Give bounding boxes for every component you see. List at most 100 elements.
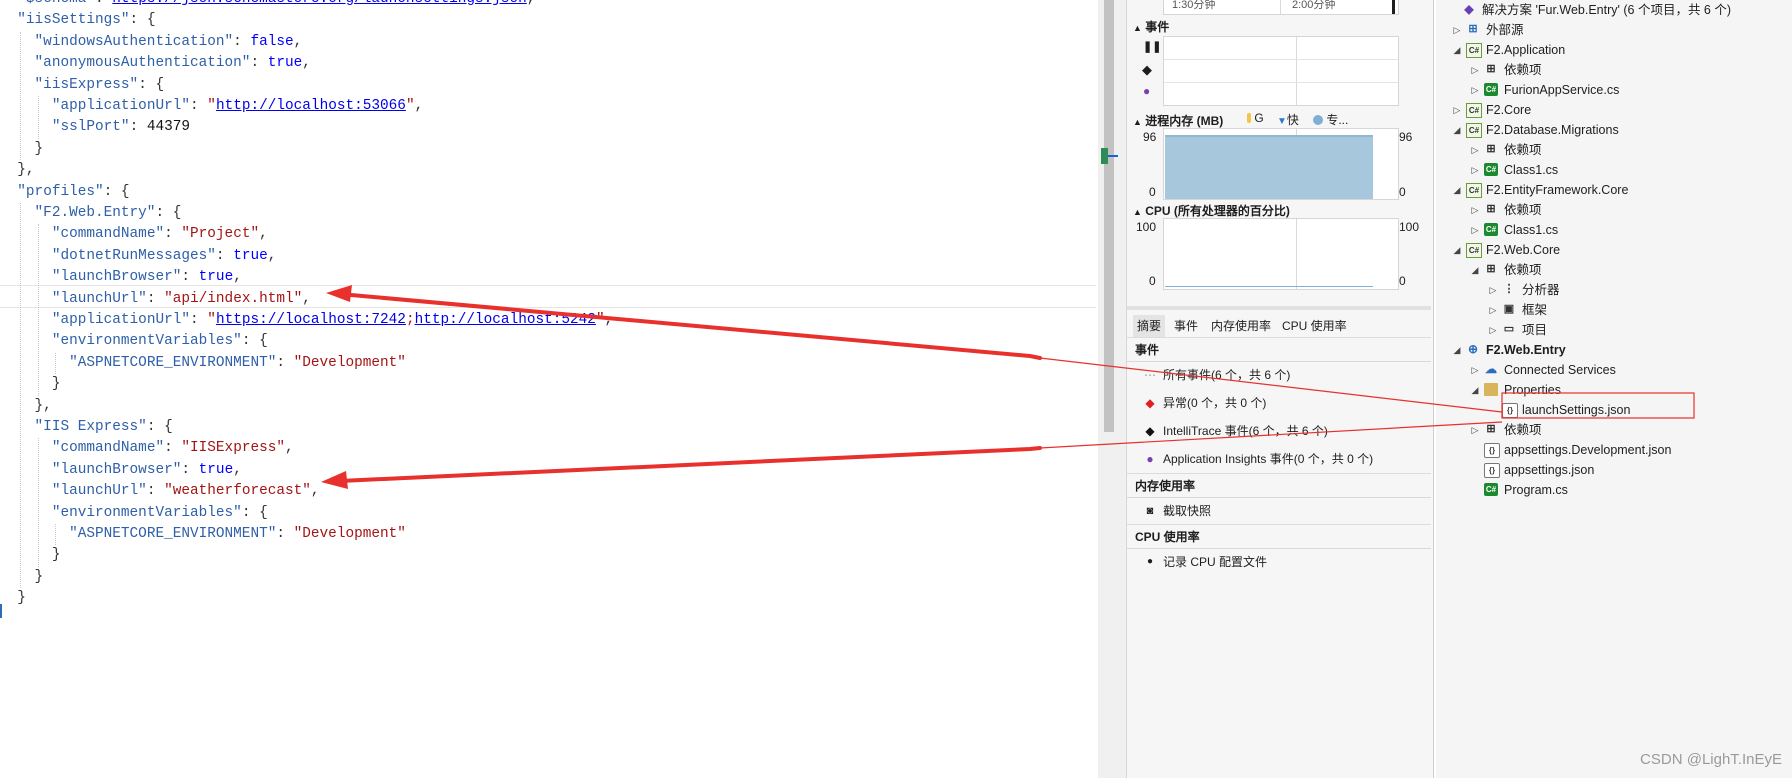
memory-section-header: 内存使用率	[1127, 474, 1431, 498]
csproj-icon: C#	[1466, 183, 1482, 198]
tree-node-label: FurionAppService.cs	[1504, 83, 1620, 97]
dependencies-node[interactable]: ◢ ⊞ 依赖项	[1436, 260, 1792, 280]
expand-arrow-icon[interactable]: ▷	[1452, 100, 1462, 120]
external-sources-node[interactable]: ▷ ⊞ 外部源	[1436, 20, 1792, 40]
dependencies-node[interactable]: ▷ ⊞ 依赖项	[1436, 420, 1792, 440]
code-token[interactable]: https://localhost:7242	[216, 312, 406, 328]
code-token: "iisExpress"	[34, 76, 139, 93]
collapse-arrow-icon[interactable]: ◢	[1452, 340, 1462, 360]
code-token: :	[181, 461, 199, 478]
all-events-row[interactable]: ⋯ 所有事件(6 个，共 6 个)	[1127, 362, 1431, 388]
collapse-arrow-icon[interactable]: ◢	[1452, 120, 1462, 140]
record-cpu-profile-row[interactable]: ● 记录 CPU 配置文件	[1127, 549, 1431, 575]
code-token[interactable]: https://json.schemastore.org/launchsetti…	[112, 0, 527, 7]
dependencies-icon: ⊞	[1486, 263, 1496, 275]
code-token: ,	[414, 98, 424, 114]
f2-entityframework-core-node[interactable]: ◢ C# F2.EntityFramework.Core	[1436, 180, 1792, 200]
launchsettings-json-node[interactable]: {} launchSettings.json	[1436, 400, 1792, 420]
code-token: ,	[267, 247, 277, 264]
take-snapshot-row[interactable]: ◙ 截取快照	[1127, 498, 1431, 524]
tab-memory-usage[interactable]: 内存使用率	[1207, 315, 1275, 337]
tree-node-label: F2.Web.Entry	[1486, 343, 1566, 357]
tree-node-label: 依赖项	[1504, 63, 1542, 77]
f2-database-migrations-node[interactable]: ◢ C# F2.Database.Migrations	[1436, 120, 1792, 140]
cs-file-node[interactable]: ▷ C# Class1.cs	[1436, 220, 1792, 240]
exceptions-row[interactable]: ◆ 异常(0 个，共 0 个)	[1127, 390, 1431, 416]
connected-services-node[interactable]: ▷ ☁ Connected Services	[1436, 360, 1792, 380]
panel-divider[interactable]	[1127, 306, 1431, 310]
collapse-arrow-icon[interactable]: ◢	[1452, 180, 1462, 200]
program-cs-node[interactable]: C# Program.cs	[1436, 480, 1792, 500]
frameworks-node[interactable]: ▷ ▣ 框架	[1436, 300, 1792, 320]
json-file-icon: {}	[1484, 443, 1500, 458]
csproj-icon: C#	[1466, 123, 1482, 138]
intellitrace-diamond-icon[interactable]: ◆	[1142, 62, 1152, 78]
code-token[interactable]: http://localhost:53066	[216, 98, 406, 114]
cs-file-node[interactable]: ▷ C# FurionAppService.cs	[1436, 80, 1792, 100]
cs-file-node[interactable]: ▷ C# Class1.cs	[1436, 160, 1792, 180]
code-token: :	[181, 269, 199, 286]
cpu-axis-min-left: 0	[1149, 274, 1156, 288]
app-insights-bulb-icon[interactable]: ●	[1143, 84, 1150, 98]
expand-arrow-icon[interactable]: ▷	[1488, 320, 1498, 340]
code-token: "IIS Express"	[34, 419, 147, 435]
collapse-arrow-icon[interactable]: ◢	[1470, 260, 1480, 280]
properties-node[interactable]: ◢ Properties	[1436, 380, 1792, 400]
app-insights-events-row[interactable]: ● Application Insights 事件(0 个，共 0 个)	[1127, 446, 1431, 472]
tree-node-label: 项目	[1522, 323, 1548, 337]
code-token[interactable]: http://localhost:5242	[415, 312, 596, 328]
collapse-arrow-icon[interactable]: ◢	[1470, 380, 1480, 400]
projects-node[interactable]: ▷ ▭ 项目	[1436, 320, 1792, 340]
code-line: "launchBrowser": true,	[0, 460, 242, 481]
solution-node[interactable]: ◆ 解决方案 'Fur.Web.Entry' (6 个项目，共 6 个)	[1436, 0, 1792, 20]
f2-core-node[interactable]: ▷ C# F2.Core	[1436, 100, 1792, 120]
appsettings-json-node[interactable]: {} appsettings.json	[1436, 460, 1792, 480]
code-token: true	[267, 55, 303, 72]
intellitrace-events-row[interactable]: ◆ IntelliTrace 事件(6 个，共 6 个)	[1127, 418, 1431, 444]
code-editor[interactable]: "$schema": https://json.schemastore.org/…	[0, 0, 1098, 778]
tree-node-label: 依赖项	[1504, 263, 1542, 277]
f2-web-core-node[interactable]: ◢ C# F2.Web.Core	[1436, 240, 1792, 260]
pause-icon[interactable]: ❚❚	[1143, 40, 1161, 53]
expand-arrow-icon[interactable]: ▷	[1470, 80, 1480, 100]
expand-arrow-icon[interactable]: ▷	[1470, 60, 1480, 80]
tab-cpu-usage[interactable]: CPU 使用率	[1278, 315, 1351, 337]
expand-arrow-icon[interactable]: ▷	[1470, 360, 1480, 380]
collapse-arrow-icon[interactable]: ◢	[1452, 40, 1462, 60]
code-token: "environmentVariables"	[51, 504, 242, 521]
csharp-file-icon: C#	[1484, 483, 1498, 496]
code-token: : {	[138, 76, 165, 93]
dependencies-node[interactable]: ▷ ⊞ 依赖项	[1436, 60, 1792, 80]
events-track-graph[interactable]	[1163, 36, 1399, 106]
expand-arrow-icon[interactable]: ▷	[1488, 300, 1498, 320]
tab-events[interactable]: 事件	[1170, 315, 1202, 337]
expand-arrow-icon[interactable]: ▷	[1470, 420, 1480, 440]
expand-arrow-icon[interactable]: ▷	[1452, 20, 1462, 40]
expand-arrow-icon[interactable]: ▷	[1470, 200, 1480, 220]
code-token: ,	[233, 269, 242, 286]
dependencies-node[interactable]: ▷ ⊞ 依赖项	[1436, 200, 1792, 220]
csharp-file-icon: C#	[1484, 163, 1498, 176]
code-token: : {	[155, 205, 182, 221]
dependencies-node[interactable]: ▷ ⊞ 依赖项	[1436, 140, 1792, 160]
appsettings-development-json-node[interactable]: {} appsettings.Development.json	[1436, 440, 1792, 460]
expand-arrow-icon[interactable]: ▷	[1470, 140, 1480, 160]
code-token: "ASPNETCORE_ENVIRONMENT"	[69, 526, 277, 542]
collapse-arrow-icon[interactable]: ◢	[1452, 240, 1462, 260]
code-line: "ASPNETCORE_ENVIRONMENT": "Development"	[0, 353, 406, 374]
code-token: :	[276, 354, 294, 371]
memory-graph[interactable]	[1163, 128, 1399, 200]
tab-summary[interactable]: 摘要	[1133, 315, 1166, 337]
scrollbar-thumb[interactable]	[1104, 0, 1114, 432]
expand-arrow-icon[interactable]: ▷	[1470, 160, 1480, 180]
cpu-graph[interactable]	[1163, 218, 1399, 290]
expand-arrow-icon[interactable]: ▷	[1488, 280, 1498, 300]
tree-node-label: 依赖项	[1504, 423, 1542, 437]
timeline-ruler[interactable]: 1:30分钟 2:00分钟	[1163, 0, 1399, 15]
expand-arrow-icon[interactable]: ▷	[1470, 220, 1480, 240]
f2-web-entry-node[interactable]: ◢ ⊕ F2.Web.Entry	[1436, 340, 1792, 360]
analyzers-node[interactable]: ▷ ⋮ 分析器	[1436, 280, 1792, 300]
f2-application-node[interactable]: ◢ C# F2.Application	[1436, 40, 1792, 60]
